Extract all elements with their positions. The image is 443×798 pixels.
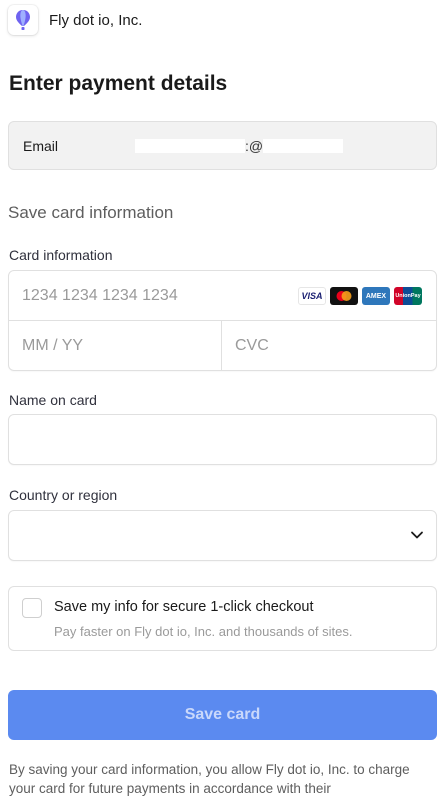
mastercard-icon xyxy=(330,287,358,305)
cvc-placeholder: CVC xyxy=(235,337,269,354)
chevron-down-icon xyxy=(411,531,423,539)
email-value: :@ xyxy=(135,137,344,154)
card-number-input[interactable]: 1234 1234 1234 1234 VISA AMEX UnionPay xyxy=(9,271,436,321)
link-save-info-box: Save my info for secure 1-click checkout… xyxy=(8,586,437,651)
redacted-text xyxy=(263,138,344,153)
page-title: Enter payment details xyxy=(9,72,228,95)
balloon-icon xyxy=(16,10,30,30)
name-on-card-input[interactable] xyxy=(8,414,437,465)
card-information-label: Card information xyxy=(9,247,113,263)
country-select[interactable] xyxy=(8,510,437,561)
legal-text: By saving your card information, you all… xyxy=(9,762,410,796)
name-on-card-label: Name on card xyxy=(9,392,97,408)
card-number-placeholder: 1234 1234 1234 1234 xyxy=(22,286,178,304)
expiry-placeholder: MM / YY xyxy=(22,337,84,354)
redacted-text xyxy=(135,138,245,153)
card-information-group: 1234 1234 1234 1234 VISA AMEX UnionPay M… xyxy=(8,270,437,371)
country-label: Country or region xyxy=(9,487,118,503)
unionpay-icon: UnionPay xyxy=(394,287,422,305)
save-info-title: Save my info for secure 1-click checkout xyxy=(54,599,314,615)
card-brands: VISA AMEX UnionPay xyxy=(298,287,422,305)
visa-icon: VISA xyxy=(298,287,326,305)
header: Fly dot io, Inc. xyxy=(8,4,142,36)
email-label: Email xyxy=(23,137,59,154)
save-card-section-title: Save card information xyxy=(8,203,174,222)
card-expiry-cvc-row: MM / YY CVC xyxy=(9,321,436,371)
save-info-checkbox[interactable] xyxy=(22,598,42,618)
email-field[interactable]: Email :@ xyxy=(8,121,437,170)
save-info-subtitle: Pay faster on Fly dot io, Inc. and thous… xyxy=(54,624,353,639)
save-card-button[interactable]: Save card xyxy=(8,690,437,740)
expiry-input[interactable]: MM / YY xyxy=(9,321,222,371)
merchant-name: Fly dot io, Inc. xyxy=(49,11,143,29)
amex-icon: AMEX xyxy=(362,287,390,305)
cvc-input[interactable]: CVC xyxy=(222,321,436,371)
merchant-logo xyxy=(8,5,38,35)
email-text: :@ xyxy=(245,137,264,154)
